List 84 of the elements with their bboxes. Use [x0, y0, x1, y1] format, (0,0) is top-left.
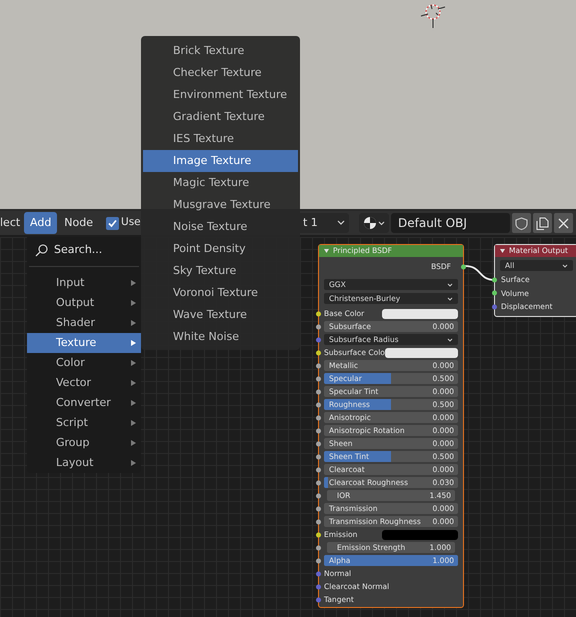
socket[interactable] — [316, 519, 321, 524]
checkbox-label: Use — [121, 215, 141, 230]
submenu-arrow-icon — [131, 340, 136, 346]
socket[interactable] — [316, 324, 321, 329]
submenu-arrow-icon — [131, 420, 136, 426]
socket[interactable] — [316, 441, 321, 446]
socket[interactable] — [316, 311, 321, 316]
submenu-arrow-icon — [131, 460, 136, 466]
socket[interactable] — [316, 506, 321, 511]
shader-node[interactable] — [318, 244, 464, 608]
chevron-icon — [447, 282, 453, 286]
copy-button[interactable] — [533, 213, 552, 233]
submenu-arrow-icon — [131, 320, 136, 326]
checkbox[interactable] — [106, 216, 120, 230]
socket[interactable] — [316, 480, 321, 485]
socket[interactable] — [492, 277, 497, 282]
socket[interactable] — [316, 545, 321, 550]
menu-item[interactable]: Sky Texture — [143, 260, 298, 282]
menu-label[interactable]: lect — [0, 214, 24, 232]
menu-item[interactable]: Wave Texture — [143, 304, 298, 326]
socket[interactable] — [316, 532, 321, 537]
chevron-icon — [562, 264, 568, 268]
chevron-icon — [378, 220, 385, 226]
chevron-icon — [447, 296, 453, 300]
socket[interactable] — [316, 389, 321, 394]
socket[interactable] — [316, 428, 321, 433]
close-icon — [557, 216, 570, 230]
menu-item[interactable]: Layout — [27, 453, 141, 473]
node-link — [465, 264, 495, 282]
socket[interactable] — [316, 363, 321, 368]
shield-icon — [515, 216, 528, 230]
menu-item[interactable]: Image Texture — [143, 150, 298, 172]
shield-button[interactable] — [512, 213, 531, 233]
menu-item[interactable]: Brick Texture — [143, 40, 298, 62]
socket[interactable] — [316, 415, 321, 420]
socket[interactable] — [316, 493, 321, 498]
menu-item[interactable]: Point Density — [143, 238, 298, 260]
menu-item[interactable]: Magic Texture — [143, 172, 298, 194]
menu-item[interactable]: Gradient Texture — [143, 106, 298, 128]
menu-item[interactable]: Texture — [27, 333, 141, 353]
submenu-arrow-icon — [131, 440, 136, 446]
menu-item[interactable]: Vector — [27, 373, 141, 393]
socket[interactable] — [316, 454, 321, 459]
socket[interactable] — [316, 558, 321, 563]
color-swatch[interactable] — [382, 308, 458, 318]
socket[interactable] — [492, 290, 497, 296]
collapse-icon — [500, 249, 505, 253]
menu-item[interactable]: White Noise — [143, 326, 298, 348]
submenu-arrow-icon — [131, 380, 136, 386]
menu-item[interactable]: Output — [27, 293, 141, 313]
menu-button[interactable]: Add — [24, 212, 58, 234]
menu-item[interactable]: Checker Texture — [143, 62, 298, 84]
socket[interactable] — [461, 264, 466, 269]
color-swatch[interactable] — [382, 530, 458, 540]
socket[interactable] — [316, 350, 321, 355]
material-preview-button[interactable] — [359, 213, 389, 233]
color-swatch[interactable] — [384, 348, 458, 358]
submenu-arrow-icon — [131, 360, 136, 366]
menu-item[interactable]: Color — [27, 353, 141, 373]
socket[interactable] — [316, 467, 321, 472]
menu-item[interactable]: Input — [27, 273, 141, 293]
menu-item[interactable]: Environment Texture — [143, 84, 298, 106]
collapse-icon — [324, 249, 329, 253]
submenu-arrow-icon — [131, 400, 136, 406]
menu-item[interactable]: Script — [27, 413, 141, 433]
sphere-icon — [363, 216, 377, 230]
menu-item[interactable]: IES Texture — [143, 128, 298, 150]
menu-item[interactable]: Converter — [27, 393, 141, 413]
submenu-arrow-icon — [131, 300, 136, 306]
socket[interactable] — [316, 376, 321, 381]
menu-item[interactable]: Group — [27, 433, 141, 453]
socket[interactable] — [316, 402, 321, 407]
menu-button[interactable]: Node — [58, 212, 100, 234]
menu-item[interactable]: Voronoi Texture — [143, 282, 298, 304]
menu-item[interactable]: Musgrave Texture — [143, 194, 298, 216]
submenu-arrow-icon — [131, 280, 136, 286]
copy-icon — [536, 216, 549, 230]
chevron-icon — [337, 220, 345, 226]
search-field[interactable]: Search... — [27, 240, 141, 260]
chevron-icon — [447, 338, 453, 342]
menu-item[interactable]: Shader — [27, 313, 141, 333]
search-icon — [35, 244, 48, 256]
material-name-field[interactable]: Default OBJ — [391, 213, 510, 233]
close-button[interactable] — [554, 213, 573, 233]
